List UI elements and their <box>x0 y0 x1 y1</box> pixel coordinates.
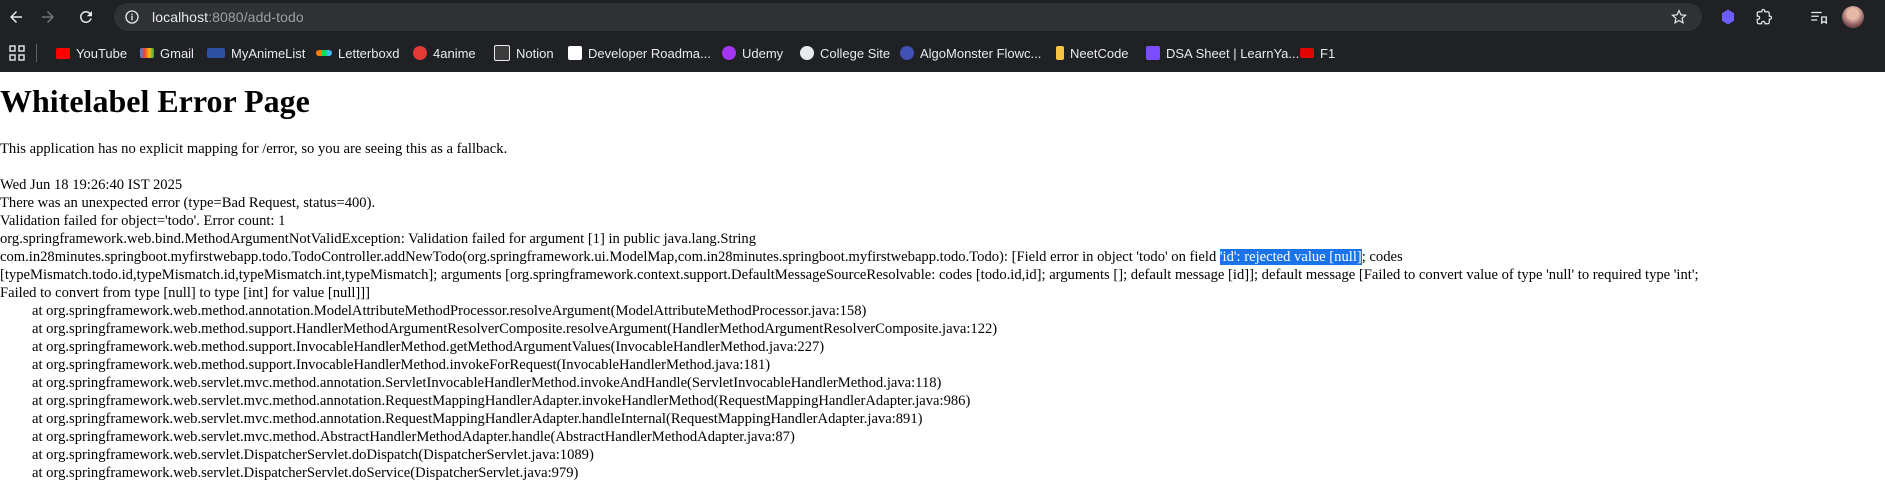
myanimelist-icon <box>207 48 225 58</box>
learnyard-icon <box>1146 46 1160 60</box>
globe-icon <box>800 46 814 60</box>
bookmark-label: College Site <box>820 45 891 61</box>
url-host: localhost <box>152 9 209 25</box>
stack-frame: at org.springframework.web.servlet.mvc.m… <box>32 429 795 445</box>
bookmark-neetcode[interactable]: NeetCode <box>1056 43 1129 63</box>
bookmark-youtube[interactable]: YouTube <box>56 43 127 63</box>
stack-frame: at org.springframework.web.servlet.mvc.m… <box>32 411 923 427</box>
reload-button[interactable] <box>76 7 96 27</box>
bookmark-label: Letterboxd <box>338 45 400 61</box>
bookmark-gmail[interactable]: Gmail <box>140 43 194 63</box>
exception-line: org.springframework.web.bind.MethodArgum… <box>0 231 757 247</box>
back-button[interactable] <box>6 7 26 27</box>
gmail-icon <box>140 48 154 58</box>
bookmark-label: YouTube <box>76 45 128 61</box>
forward-button[interactable] <box>38 7 58 27</box>
info-icon <box>125 10 139 24</box>
bookmark-algomonster[interactable]: AlgoMonster Flowc... <box>900 43 1041 63</box>
error-status: There was an unexpected error (type=Bad … <box>0 195 376 211</box>
notion-icon <box>494 45 510 61</box>
reading-list-icon[interactable] <box>1809 8 1827 26</box>
stack-frame: at org.springframework.web.method.suppor… <box>32 357 771 373</box>
algomonster-icon <box>900 46 914 60</box>
stack-frame: at org.springframework.web.servlet.Dispa… <box>32 465 579 481</box>
bookmark-letterboxd[interactable]: Letterboxd <box>316 43 399 63</box>
detail-text-end: ; codes <box>1361 249 1403 265</box>
exception-detail: com.in28minutes.springboot.myfirstwebapp… <box>0 248 1403 266</box>
stack-frame: at org.springframework.web.servlet.mvc.m… <box>32 393 971 409</box>
bookmark-label: Notion <box>516 45 554 61</box>
stack-frame: at org.springframework.web.servlet.Dispa… <box>32 447 594 463</box>
address-bar[interactable]: localhost:8080/add-todo <box>114 3 1702 31</box>
udemy-icon <box>722 46 736 60</box>
intro-text: This application has no explicit mapping… <box>0 141 508 157</box>
bookmark-label: DSA Sheet | LearnYa... <box>1166 45 1300 61</box>
exception-detail-codes: [typeMismatch.todo.id,typeMismatch.id,ty… <box>0 267 1699 283</box>
bookmark-label: Gmail <box>160 45 194 61</box>
bookmark-f1[interactable]: F1 <box>1300 43 1335 63</box>
validation-summary: Validation failed for object='todo'. Err… <box>0 213 286 229</box>
timestamp: Wed Jun 18 19:26:40 IST 2025 <box>0 177 183 193</box>
letterboxd-icon <box>316 50 332 56</box>
bookmark-label: Developer Roadma... <box>588 45 711 61</box>
bookmark-label: MyAnimeList <box>231 45 306 61</box>
bookmarks-divider <box>36 44 37 62</box>
4anime-icon <box>413 46 427 60</box>
bookmarks-bar: YouTube Gmail MyAnimeList Letterboxd 4an… <box>0 34 1885 72</box>
puzzle-icon[interactable] <box>1755 8 1773 26</box>
roadmap-icon <box>568 46 582 60</box>
arrow-right-icon <box>42 11 54 23</box>
apps-grid-icon[interactable] <box>9 45 25 61</box>
bookmark-udemy[interactable]: Udemy <box>722 43 783 63</box>
bookmark-label: AlgoMonster Flowc... <box>920 45 1042 61</box>
reload-icon <box>79 10 92 23</box>
exception-detail-conversion: Failed to convert from type [null] to ty… <box>0 285 371 301</box>
browser-chrome: localhost:8080/add-todo YouTube Gmail My… <box>0 0 1885 72</box>
bookmark-label: 4anime <box>433 45 476 61</box>
bookmark-college-site[interactable]: College Site <box>800 43 890 63</box>
site-info-button[interactable] <box>120 5 144 29</box>
youtube-icon <box>56 47 70 59</box>
stack-frame: at org.springframework.web.method.suppor… <box>32 339 825 355</box>
stack-frame: at org.springframework.web.method.suppor… <box>32 321 998 337</box>
arrow-left-icon <box>10 11 22 23</box>
profile-avatar[interactable] <box>1842 6 1864 28</box>
page-title: Whitelabel Error Page <box>0 83 310 119</box>
detail-text: com.in28minutes.springboot.myfirstwebapp… <box>0 249 1220 265</box>
url-text: localhost:8080/add-todo <box>152 9 304 25</box>
bookmark-label: F1 <box>1320 45 1336 61</box>
stack-frame: at org.springframework.web.method.annota… <box>32 303 867 319</box>
extension-icon[interactable] <box>1719 8 1737 26</box>
bookmark-label: Udemy <box>742 45 784 61</box>
bookmark-4anime[interactable]: 4anime <box>413 43 476 63</box>
bookmark-dsa-sheet[interactable]: DSA Sheet | LearnYa... <box>1146 43 1299 63</box>
bookmark-star-icon[interactable] <box>1670 8 1688 26</box>
url-path: :8080/add-todo <box>208 9 304 25</box>
neetcode-icon <box>1056 46 1064 60</box>
browser-toolbar: localhost:8080/add-todo <box>0 0 1885 34</box>
stack-frame: at org.springframework.web.servlet.mvc.m… <box>32 375 942 391</box>
bookmark-label: NeetCode <box>1070 45 1129 61</box>
bookmark-myanimelist[interactable]: MyAnimeList <box>207 43 305 63</box>
bookmark-notion[interactable]: Notion <box>494 43 554 63</box>
f1-icon <box>1300 48 1314 58</box>
bookmark-developer-roadmap[interactable]: Developer Roadma... <box>568 43 711 63</box>
selected-text[interactable]: 'id': rejected value [null] <box>1219 249 1362 265</box>
